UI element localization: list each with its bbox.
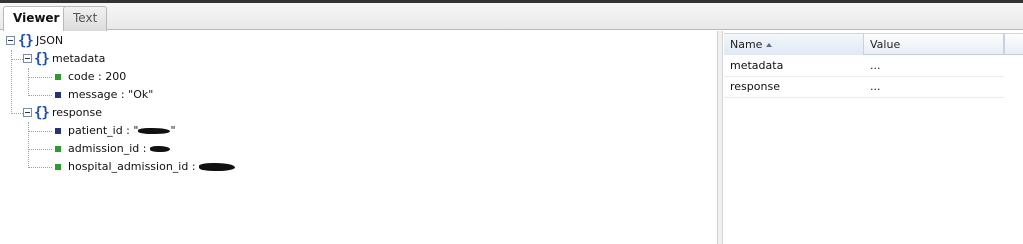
tab-viewer[interactable]: Viewer (3, 6, 70, 32)
tree-leaf-admission-id[interactable]: admission_id : (0, 140, 260, 158)
tree-leaf-hospital-admission-id[interactable]: hospital_admission_id : (0, 158, 300, 176)
grid-header: Name Value (724, 33, 1004, 55)
column-header-value[interactable]: Value (864, 34, 1004, 55)
leaf-label: message : "Ok" (68, 88, 154, 101)
square-bullet-icon (55, 92, 61, 98)
square-bullet-icon (55, 74, 61, 80)
tree-leaf-message[interactable]: message : "Ok" (0, 86, 200, 104)
grid-header-filler (1004, 33, 1023, 55)
redaction-mark (149, 146, 170, 152)
tree-node-metadata[interactable]: {} metadata (0, 50, 140, 68)
collapse-minus-icon[interactable] (23, 108, 32, 117)
collapse-minus-icon[interactable] (23, 54, 32, 63)
tree-node-root[interactable]: {} JSON (0, 32, 120, 50)
leaf-content: patient_id : " " (68, 122, 176, 140)
tree-node-response[interactable]: {} response (0, 104, 140, 122)
square-bullet-icon (55, 146, 61, 152)
redaction-mark (199, 163, 236, 171)
tree-pane: {} JSON {} metadata code : 200 message :… (0, 31, 718, 244)
curly-brace-icon: {} (34, 105, 50, 121)
property-grid: Name Value metadata ... response ... (724, 31, 1023, 244)
square-bullet-icon (55, 164, 61, 170)
tree-leaf-patient-id[interactable]: patient_id : " " (0, 122, 260, 140)
tree-leaf-code[interactable]: code : 200 (0, 68, 200, 86)
column-header-value-label: Value (870, 38, 901, 51)
json-viewer-app: Viewer Text {} JSON {} metadata code : 2… (0, 0, 1023, 244)
node-label: JSON (36, 34, 64, 47)
tab-strip: Viewer Text (0, 3, 1023, 32)
tab-text[interactable]: Text (63, 6, 108, 31)
redaction-mark (138, 128, 171, 134)
cell-name: response (730, 80, 780, 93)
table-row[interactable]: response ... (724, 77, 1004, 98)
sort-ascending-icon (766, 43, 773, 47)
curly-brace-icon: {} (34, 51, 50, 67)
leaf-label-tail: " (170, 124, 176, 137)
pane-splitter[interactable] (718, 31, 723, 244)
collapse-minus-icon[interactable] (6, 36, 15, 45)
leaf-label: code : 200 (68, 70, 127, 83)
cell-value: ... (870, 80, 881, 93)
curly-brace-icon: {} (18, 33, 34, 49)
node-label: metadata (52, 52, 106, 65)
cell-value: ... (870, 59, 881, 72)
leaf-label: hospital_admission_id : (68, 160, 200, 173)
square-bullet-icon (55, 128, 61, 134)
table-row[interactable]: metadata ... (724, 56, 1004, 77)
leaf-content: admission_id : (68, 140, 170, 158)
column-header-name-label: Name (730, 38, 763, 51)
leaf-label: patient_id : " (68, 124, 139, 137)
leaf-content: hospital_admission_id : (68, 158, 236, 176)
column-header-name[interactable]: Name (724, 34, 864, 55)
node-label: response (52, 106, 102, 119)
leaf-label: admission_id : (68, 142, 150, 155)
cell-name: metadata (730, 59, 784, 72)
